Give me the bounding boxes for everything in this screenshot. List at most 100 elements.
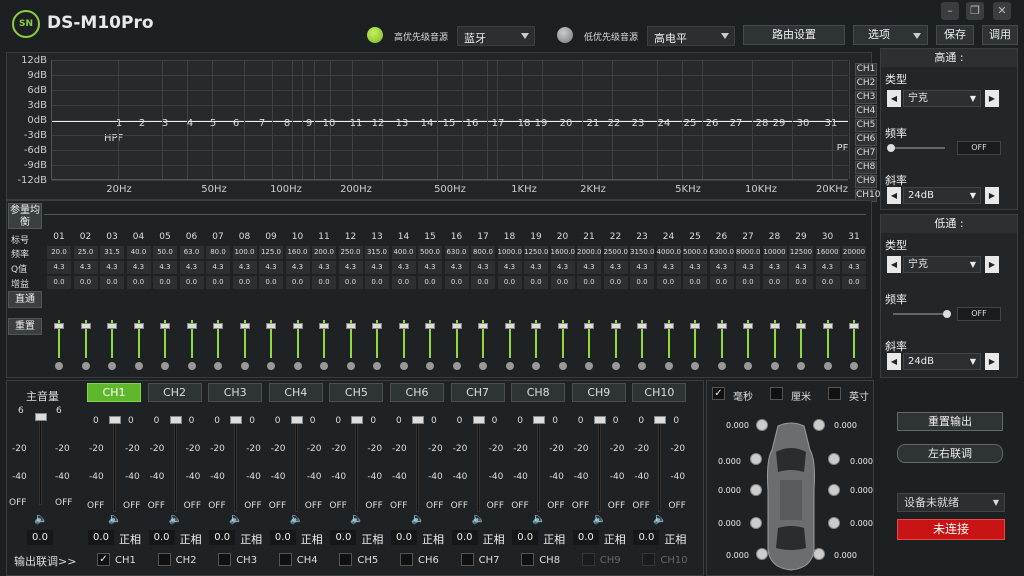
- unit-ms-checkbox[interactable]: ✓: [712, 387, 725, 400]
- graph-channel-6[interactable]: CH6: [855, 133, 877, 146]
- band-marker[interactable]: 27: [730, 118, 743, 129]
- band-gain[interactable]: 0.0: [285, 276, 310, 289]
- save-button[interactable]: 保存: [936, 25, 974, 45]
- speaker-position-knob[interactable]: [756, 548, 768, 560]
- band-marker[interactable]: 24: [658, 118, 671, 129]
- phase-button[interactable]: 正相: [361, 531, 383, 547]
- band-gain[interactable]: 0.0: [444, 276, 469, 289]
- band-marker[interactable]: 2: [139, 118, 145, 129]
- band-reset-dot[interactable]: [479, 362, 487, 370]
- channel-tab-4[interactable]: CH4: [268, 383, 323, 402]
- speaker-icon[interactable]: 🔈: [593, 512, 607, 525]
- band-gain-knob[interactable]: [372, 323, 382, 329]
- band-frequency[interactable]: 40.0: [126, 246, 151, 259]
- channel-volume-slider[interactable]: [113, 420, 116, 512]
- speaker-icon[interactable]: 🔈: [108, 512, 122, 525]
- close-icon[interactable]: ✕: [993, 2, 1011, 20]
- master-volume-slider[interactable]: [39, 413, 42, 505]
- speaker-position-knob[interactable]: [828, 484, 840, 496]
- band-gain-knob[interactable]: [451, 323, 462, 329]
- band-reset-dot[interactable]: [161, 362, 169, 370]
- band-q[interactable]: 4.3: [550, 261, 575, 274]
- band-reset-dot[interactable]: [55, 362, 63, 370]
- band-gain-knob[interactable]: [239, 323, 250, 329]
- band-gain-knob[interactable]: [425, 323, 435, 329]
- band-gain-knob[interactable]: [769, 323, 780, 329]
- band-reset-dot[interactable]: [81, 362, 90, 370]
- band-reset-dot[interactable]: [452, 362, 461, 370]
- speaker-position-knob[interactable]: [756, 419, 768, 431]
- lowpass-type-prev-icon[interactable]: ◀: [887, 256, 901, 273]
- highpass-freq-slider[interactable]: [887, 144, 945, 152]
- lowpass-slope-select[interactable]: 24dB ▼: [903, 353, 981, 370]
- connect-button[interactable]: 未连接: [897, 519, 1005, 540]
- lowpass-type-next-icon[interactable]: ▶: [985, 256, 999, 273]
- route-settings-button[interactable]: 路由设置: [743, 25, 845, 45]
- band-q[interactable]: 4.3: [603, 261, 628, 274]
- band-marker[interactable]: 29: [773, 118, 786, 129]
- channel-tab-6[interactable]: CH6: [390, 383, 444, 402]
- band-gain-knob[interactable]: [186, 323, 197, 329]
- band-gain[interactable]: 0.0: [550, 276, 575, 289]
- channel-tab-7[interactable]: CH7: [450, 383, 505, 402]
- lowpass-slope-next-icon[interactable]: ▶: [985, 353, 999, 370]
- phase-button[interactable]: 正相: [240, 531, 262, 547]
- channel-tab-1[interactable]: CH1: [87, 383, 141, 402]
- band-frequency[interactable]: 400.0: [391, 246, 416, 259]
- channel-tab-2[interactable]: CH2: [147, 383, 202, 402]
- band-reset-dot[interactable]: [558, 362, 567, 370]
- lowpass-type-select[interactable]: 宁克 ▼: [903, 256, 981, 273]
- speaker-icon[interactable]: 🔈: [290, 512, 304, 525]
- load-button[interactable]: 调用: [982, 25, 1018, 45]
- reset-eq-button[interactable]: 重置: [8, 318, 42, 335]
- graph-channel-5[interactable]: CH5: [855, 119, 877, 132]
- band-frequency[interactable]: 2000.0: [577, 246, 602, 259]
- channel-volume-slider[interactable]: [658, 420, 662, 512]
- band-q[interactable]: 4.3: [206, 261, 230, 274]
- band-frequency[interactable]: 125.0: [259, 246, 283, 259]
- band-gain[interactable]: 0.0: [709, 276, 734, 289]
- phase-button[interactable]: 正相: [422, 531, 444, 547]
- band-q[interactable]: 4.3: [153, 261, 177, 274]
- band-marker[interactable]: 20: [560, 118, 573, 129]
- band-reset-dot[interactable]: [770, 362, 779, 370]
- channel-tab-10[interactable]: CH10: [632, 383, 687, 402]
- link-checkbox-6[interactable]: [400, 553, 413, 566]
- unit-inch-checkbox[interactable]: [828, 387, 841, 400]
- band-q[interactable]: 4.3: [444, 261, 469, 274]
- channel-volume-slider[interactable]: [173, 420, 177, 512]
- band-q[interactable]: 4.3: [285, 261, 310, 274]
- band-gain-knob[interactable]: [504, 323, 515, 329]
- channel-tab-8[interactable]: CH8: [511, 383, 566, 402]
- band-gain[interactable]: 0.0: [312, 276, 336, 289]
- band-marker[interactable]: 16: [466, 118, 479, 129]
- delay-value[interactable]: 0.000: [834, 421, 857, 430]
- highpass-type-next-icon[interactable]: ▶: [985, 90, 999, 107]
- band-gain[interactable]: 0.0: [100, 276, 124, 289]
- delay-value[interactable]: 0.000: [850, 457, 873, 466]
- lowpass-slope-prev-icon[interactable]: ◀: [887, 353, 901, 370]
- channel-volume-knob[interactable]: [109, 416, 121, 424]
- low-source-select[interactable]: 高电平: [647, 26, 735, 46]
- band-reset-dot[interactable]: [744, 362, 752, 370]
- channel-volume-knob[interactable]: [290, 416, 303, 424]
- lowpass-freq-slider[interactable]: [893, 310, 951, 318]
- band-frequency[interactable]: 2500.0: [603, 246, 628, 259]
- bypass-button[interactable]: 直通: [8, 291, 42, 308]
- band-q[interactable]: 4.3: [365, 261, 389, 274]
- band-marker[interactable]: 18: [518, 118, 531, 129]
- band-q[interactable]: 4.3: [577, 261, 601, 274]
- options-button[interactable]: 选项: [853, 25, 928, 45]
- eq-graph[interactable]: HPF LPF 1 2 3 4 5 6 7 8 9 10 11 12 13 14 15 16 17 18 19 20 2…: [51, 60, 850, 195]
- band-gain[interactable]: 0.0: [126, 276, 151, 289]
- band-marker[interactable]: 3: [162, 118, 168, 129]
- band-marker[interactable]: 6: [233, 118, 239, 129]
- delay-value[interactable]: 0.000: [718, 519, 741, 528]
- band-gain-knob[interactable]: [160, 323, 170, 329]
- channel-volume-knob[interactable]: [169, 416, 182, 424]
- link-checkbox-2[interactable]: [157, 553, 171, 566]
- band-reset-dot[interactable]: [108, 362, 116, 370]
- band-frequency[interactable]: 6300.0: [709, 246, 734, 259]
- band-frequency[interactable]: 5000.0: [683, 246, 708, 259]
- band-frequency[interactable]: 1600.0: [550, 246, 575, 259]
